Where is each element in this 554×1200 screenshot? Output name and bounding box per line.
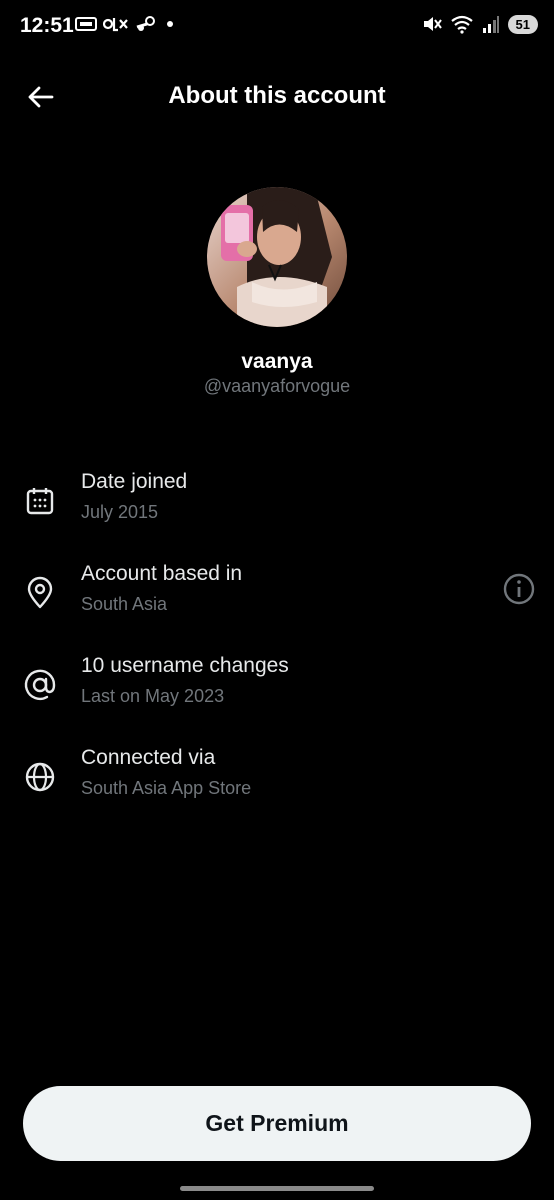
at-sign-icon [24, 669, 56, 701]
avatar[interactable] [207, 187, 347, 327]
cricbuzz-icon [75, 17, 97, 31]
info-value-connected-via: South Asia App Store [81, 778, 252, 798]
calendar-icon [26, 488, 54, 515]
wifi-icon [450, 15, 473, 34]
battery-icon: 51 [507, 14, 538, 34]
mute-icon [423, 17, 442, 31]
info-title-account-based-in: Account based in [81, 562, 243, 585]
info-row-connected-via: Connected via South Asia App Store [0, 746, 554, 816]
globe-icon [25, 762, 55, 792]
info-row-account-based-in: Account based in South Asia [0, 562, 554, 632]
status-bar: 12:51 51 [0, 0, 554, 52]
info-row-username-changes: 10 username changes Last on May 2023 [0, 654, 554, 724]
info-value-username-changes: Last on May 2023 [81, 686, 225, 706]
home-indicator[interactable] [180, 1186, 374, 1191]
get-premium-button[interactable]: Get Premium [23, 1086, 531, 1161]
display-name: vaanya [241, 350, 313, 373]
info-circle-icon [503, 573, 535, 605]
status-left-icons [75, 15, 177, 33]
signal-icon [482, 16, 499, 33]
info-title-connected-via: Connected via [81, 746, 216, 769]
info-title-username-changes: 10 username changes [81, 654, 289, 677]
dot-icon [167, 21, 173, 27]
olx-icon [103, 18, 128, 32]
profile-photo [207, 187, 347, 327]
page-title: About this account [168, 82, 386, 109]
status-time: 12:51 [20, 14, 74, 37]
header: About this account [0, 70, 554, 122]
info-value-account-based-in: South Asia [81, 594, 168, 614]
steam-icon [136, 16, 155, 31]
info-row-date-joined: Date joined July 2015 [0, 470, 554, 540]
info-title-date-joined: Date joined [81, 470, 188, 493]
account-location-info-button[interactable] [502, 572, 536, 606]
location-pin-icon [27, 576, 53, 609]
status-right-icons: 51 [422, 14, 538, 34]
info-value-date-joined: July 2015 [81, 502, 159, 522]
user-handle: @vaanyaforvogue [203, 376, 351, 396]
